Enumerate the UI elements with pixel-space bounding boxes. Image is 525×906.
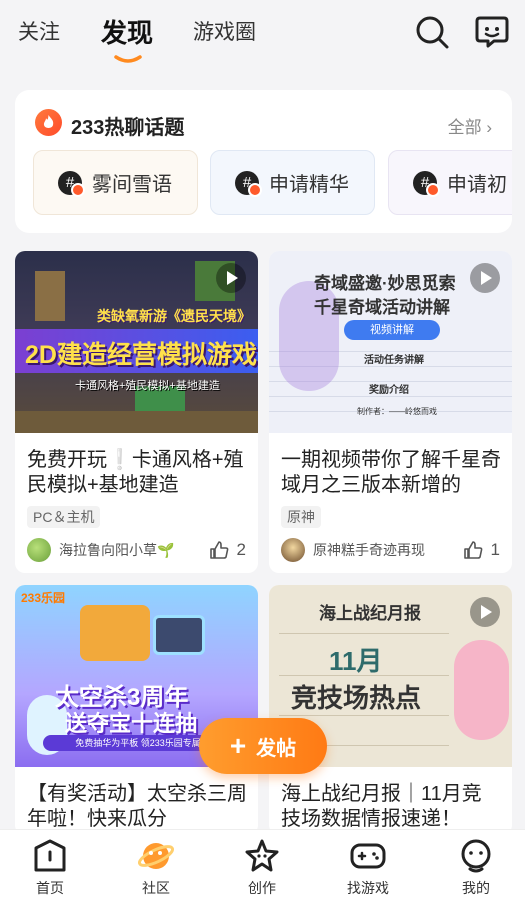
hashtag-icon: #	[58, 170, 85, 197]
profile-icon	[461, 839, 491, 873]
author-name: 原神糕手奇迹再现	[313, 542, 425, 558]
nav-create[interactable]: 创作	[227, 838, 297, 898]
top-navigation: 关注 发现 游戏圈	[0, 0, 525, 80]
like-count: 1	[490, 540, 500, 559]
thumbnail-subtitle: 送夺宝十连抽	[65, 711, 198, 736]
post-card[interactable]: 233乐园 太空杀3周年 送夺宝十连抽 免费抽华为平板 领233乐园专属 【有奖…	[15, 585, 258, 835]
post-author[interactable]: 海拉鲁向阳小草🌱	[27, 538, 174, 562]
post-thumbnail: 奇域盛邀·妙思觅索 千星奇域活动讲解 视频讲解 活动任务讲解 奖励介绍 制作者：…	[269, 251, 512, 433]
topic-chip-label: 申请精华	[269, 174, 349, 196]
post-title: 免费开玩❕卡通风格+殖民模拟+基地建造	[27, 449, 244, 496]
avatar	[281, 538, 305, 562]
thumbnail-item: 奖励介绍	[369, 385, 409, 396]
post-thumbnail: 类缺氧新游《遗民天境》 2D建造经营模拟游戏 卡通风格+殖民模拟+基地建造	[15, 251, 258, 433]
search-icon[interactable]	[414, 14, 450, 50]
thumbnail-caption: 卡通风格+殖民模拟+基地建造	[75, 380, 220, 392]
create-post-label: 发帖	[256, 737, 297, 760]
hashtag-icon: #	[413, 170, 440, 197]
nav-me-label: 我的	[462, 880, 490, 896]
planet-icon	[137, 843, 175, 869]
post-title: 【有奖活动】太空杀三周年啦！快来瓜分	[27, 783, 247, 830]
nav-find-games[interactable]: 找游戏	[333, 838, 403, 898]
post-title: 海上战纪月报｜11月竞技场数据情报速递！	[281, 783, 482, 830]
play-icon	[470, 263, 500, 293]
play-icon	[470, 597, 500, 627]
thumbs-up-icon	[209, 541, 228, 559]
thumbnail-pill: 视频讲解	[344, 320, 440, 340]
thumbnail-subtitle: 类缺氧新游《遗民天境》	[97, 308, 251, 324]
like-count: 2	[236, 540, 246, 559]
thumbnail-line-1: 奇域盛邀·妙思觅索	[314, 274, 456, 293]
topic-chip-label: 雾间雪语	[92, 174, 172, 196]
nav-community-label: 社区	[142, 880, 170, 896]
tab-game-circle[interactable]: 游戏圈	[193, 16, 256, 46]
post-card[interactable]: 海上战纪月报 11月 竞技场热点 海上战纪月报｜11月竞技场数据情报速递！	[269, 585, 512, 835]
post-author[interactable]: 原神糕手奇迹再现	[281, 538, 425, 562]
home-icon	[34, 839, 66, 872]
view-all-link[interactable]: 全部 ›	[448, 113, 492, 138]
nav-find-games-label: 找游戏	[347, 880, 389, 896]
post-title: 一期视频带你了解千星奇域月之三版本新增的	[281, 449, 501, 496]
thumbnail-title: 2D建造经营模拟游戏	[25, 341, 257, 369]
thumbs-up-icon	[463, 541, 482, 559]
thumbnail-title: 竞技场热点	[291, 683, 422, 713]
topic-chip-label: 申请初	[447, 174, 507, 196]
thumbnail-header: 海上战纪月报	[319, 604, 421, 623]
star-icon	[245, 839, 279, 872]
thumbnail-month: 11月	[329, 646, 383, 676]
post-card[interactable]: 奇域盛邀·妙思觅索 千星奇域活动讲解 视频讲解 活动任务讲解 奖励介绍 制作者：…	[269, 251, 512, 573]
hashtag-icon: #	[235, 170, 262, 197]
hot-topics-card: 233热聊话题 全部 › # 雾间雪语 # 申请精华 # 申请初	[15, 90, 512, 233]
tab-discover[interactable]: 发现	[101, 13, 153, 50]
thumbnail-credit: 制作者：——岭悠而戏	[357, 407, 437, 416]
like-button[interactable]: 2	[209, 540, 246, 560]
view-all-label: 全部	[447, 118, 482, 137]
gamepad-icon	[350, 843, 386, 869]
message-icon[interactable]	[474, 14, 510, 50]
plus-icon: +	[229, 730, 247, 761]
avatar	[27, 538, 51, 562]
topic-chip[interactable]: # 申请初	[388, 150, 512, 215]
active-tab-indicator	[114, 55, 142, 63]
post-tag[interactable]: 原神	[281, 506, 321, 528]
thumbnail-logo: 233乐园	[21, 591, 66, 605]
bottom-navigation: 首页 社区 创作 找游戏 我的	[0, 829, 525, 906]
create-post-button[interactable]: + 发帖	[199, 718, 327, 774]
topic-chip[interactable]: # 申请精华	[210, 150, 375, 215]
nav-community[interactable]: 社区	[121, 838, 191, 898]
nav-home[interactable]: 首页	[15, 838, 85, 898]
thumbnail-item: 活动任务讲解	[364, 355, 424, 366]
nav-create-label: 创作	[248, 880, 276, 896]
like-button[interactable]: 1	[463, 540, 500, 560]
post-card[interactable]: 类缺氧新游《遗民天境》 2D建造经营模拟游戏 卡通风格+殖民模拟+基地建造 免费…	[15, 251, 258, 573]
author-name: 海拉鲁向阳小草🌱	[59, 542, 175, 558]
nav-me[interactable]: 我的	[441, 838, 511, 898]
nav-home-label: 首页	[36, 880, 64, 896]
thumbnail-line-2: 千星奇域活动讲解	[314, 298, 450, 317]
topic-chip[interactable]: # 雾间雪语	[33, 150, 198, 215]
hot-topics-title: 233热聊话题	[71, 117, 185, 139]
post-tag[interactable]: PC＆主机	[27, 506, 101, 528]
play-icon	[216, 263, 246, 293]
chevron-right-icon: ›	[486, 118, 492, 137]
fire-icon	[35, 109, 62, 136]
tab-follow[interactable]: 关注	[18, 16, 60, 46]
